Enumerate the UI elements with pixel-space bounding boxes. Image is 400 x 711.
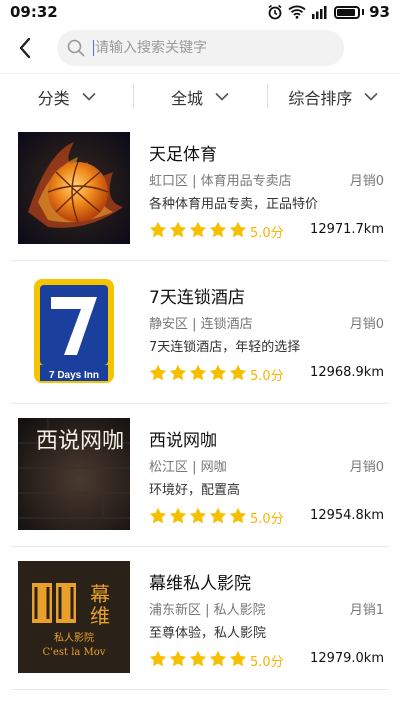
star-icon: [229, 650, 247, 667]
monthly-sales: 月销0: [349, 174, 384, 189]
chevron-down-icon: [82, 92, 96, 101]
store-name: 7天连锁酒店: [149, 288, 245, 308]
store-name: 西说网咖: [149, 431, 217, 451]
signal-icon: [312, 6, 327, 19]
star-icon: [189, 507, 207, 524]
star-icon: [209, 221, 227, 238]
flaming-basketball-image: [18, 132, 130, 244]
status-bar: 09:32 93: [0, 0, 400, 24]
store-meta: 静安区 | 连锁酒店: [149, 317, 253, 332]
status-time: 09:32: [10, 3, 58, 21]
star-icon: [189, 221, 207, 238]
list-item[interactable]: 西说网咖 西说网咖 松江区 | 网咖 月销0 环境好，配置高 5.0分 1295…: [12, 404, 388, 547]
monthly-sales: 月销0: [349, 317, 384, 332]
7days-inn-logo: 7 Days Inn: [18, 275, 130, 387]
cinema-logo-subtitle: 私人影院: [54, 631, 94, 644]
store-list: 天足体育 虹口区 | 体育用品专卖店 月销0 各种体育用品专卖，正品特价 5.0…: [0, 118, 400, 690]
store-description: 环境好，配置高: [149, 483, 241, 498]
store-meta: 松江区 | 网咖: [149, 460, 227, 475]
cinema-logo-char-2: 维: [90, 604, 110, 628]
alarm-icon: [268, 4, 282, 20]
rating-score: 5.0分: [250, 369, 284, 384]
filter-sort[interactable]: 综合排序: [266, 74, 400, 119]
search-input[interactable]: [95, 40, 335, 56]
rating-stars: [149, 507, 247, 524]
star-icon: [149, 221, 167, 238]
search-icon: [67, 39, 85, 57]
distance: 12979.0km: [310, 651, 384, 666]
star-icon: [169, 507, 187, 524]
star-icon: [229, 507, 247, 524]
star-icon: [149, 507, 167, 524]
rating-score: 5.0分: [250, 655, 284, 670]
search-box[interactable]: [57, 30, 344, 66]
rating-score: 5.0分: [250, 512, 284, 527]
star-icon: [189, 650, 207, 667]
store-description: 各种体育用品专卖，正品特价: [149, 197, 319, 212]
filter-sort-label: 综合排序: [288, 88, 353, 108]
star-icon: [169, 364, 187, 381]
status-icons: 93: [267, 3, 390, 21]
neon-sign-char-1: 西说网咖: [36, 429, 124, 454]
star-icon: [189, 364, 207, 381]
back-arrow-icon: [19, 37, 31, 59]
battery-icon: [334, 5, 361, 19]
distance: 12968.9km: [310, 365, 384, 380]
star-icon: [149, 364, 167, 381]
star-icon: [149, 650, 167, 667]
filter-bar: 分类 全城 综合排序: [0, 73, 400, 119]
battery-level: 93: [369, 3, 390, 21]
star-icon: [209, 507, 227, 524]
back-button[interactable]: [0, 24, 50, 72]
filter-area[interactable]: 全城: [133, 74, 266, 119]
filter-area-label: 全城: [170, 88, 203, 108]
star-icon: [209, 650, 227, 667]
filter-category-label: 分类: [37, 88, 70, 108]
text-cursor: [93, 40, 94, 56]
chevron-down-icon: [215, 92, 229, 101]
star-icon: [209, 364, 227, 381]
store-meta: 虹口区 | 体育用品专卖店: [149, 174, 292, 189]
7days-logo-text: 7 Days Inn: [49, 370, 99, 381]
rating-stars: [149, 221, 247, 238]
wifi-icon: [288, 5, 306, 19]
header: [0, 24, 400, 72]
filter-category[interactable]: 分类: [0, 74, 133, 119]
list-item[interactable]: 7 Days Inn 7天连锁酒店 静安区 | 连锁酒店 月销0 7天连锁酒店，…: [12, 261, 388, 404]
store-description: 7天连锁酒店，年轻的选择: [149, 340, 301, 355]
star-icon: [169, 650, 187, 667]
list-item-partial[interactable]: [12, 572, 388, 602]
rating-score: 5.0分: [250, 226, 284, 241]
rating-stars: [149, 650, 247, 667]
star-icon: [169, 221, 187, 238]
store-name: 天足体育: [149, 145, 217, 165]
list-item[interactable]: 幕 维 私人影院 C'est la Mov 幕维私人影院 浦东新区 | 私人影院…: [12, 547, 388, 690]
cinema-logo-tagline: C'est la Mov: [43, 647, 106, 658]
list-item[interactable]: 天足体育 虹口区 | 体育用品专卖店 月销0 各种体育用品专卖，正品特价 5.0…: [12, 118, 388, 261]
star-icon: [229, 221, 247, 238]
distance: 12954.8km: [310, 508, 384, 523]
monthly-sales: 月销0: [349, 460, 384, 475]
store-description: 至尊体验，私人影院: [149, 626, 267, 641]
distance: 12971.7km: [310, 222, 384, 237]
chevron-down-icon: [364, 92, 378, 101]
star-icon: [229, 364, 247, 381]
neon-sign-image: 西说网咖: [18, 418, 130, 530]
rating-stars: [149, 364, 247, 381]
